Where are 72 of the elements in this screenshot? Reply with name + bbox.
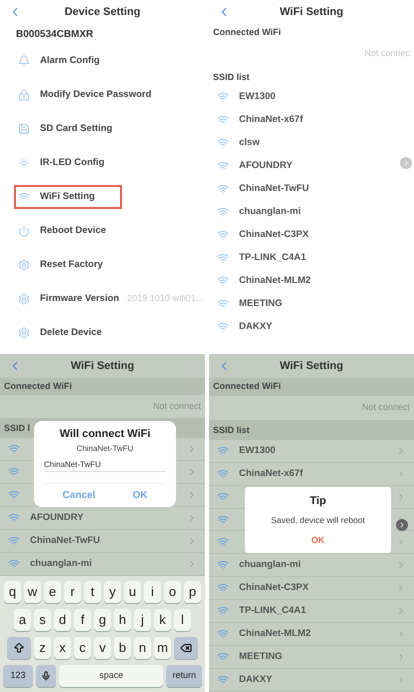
menu-item[interactable]: SD Card Setting <box>14 117 116 141</box>
dialog-message: Saved, device will reboot <box>270 514 366 526</box>
keyboard-key[interactable]: j <box>134 609 151 632</box>
keyboard-key[interactable]: m <box>154 637 171 660</box>
menu-icon <box>18 225 30 237</box>
microphone-icon <box>41 671 51 682</box>
keyboard-key[interactable]: t <box>84 581 101 604</box>
menu-item[interactable]: WiFi Setting <box>14 185 122 209</box>
dialog-title: Will connect WiFi <box>60 427 150 442</box>
connection-status: Not connect <box>362 401 410 414</box>
menu-icon <box>18 293 30 305</box>
screen-title: WiFi Setting <box>280 358 344 374</box>
section-heading: Connected WiFi <box>213 26 281 40</box>
menu-item[interactable]: Delete Device <box>14 321 106 345</box>
keyboard-key[interactable]: g <box>94 609 111 632</box>
menu-icon <box>18 123 30 135</box>
keyboard-key[interactable]: p <box>184 581 201 604</box>
menu-item[interactable]: IR-LED Config <box>14 151 108 175</box>
keyboard-key[interactable]: f <box>74 609 91 632</box>
dialog-title: Tip <box>310 494 326 509</box>
keyboard-key[interactable]: q <box>4 581 21 604</box>
keyboard-key[interactable]: w <box>24 581 41 604</box>
menu-icon <box>18 55 30 67</box>
keyboard-key[interactable]: k <box>154 609 171 632</box>
section-heading: SSID list <box>213 424 250 438</box>
keyboard-key[interactable]: s <box>34 609 51 632</box>
keyboard-key[interactable]: a <box>14 609 31 632</box>
keyboard-key[interactable]: e <box>44 581 61 604</box>
keyboard-key[interactable]: d <box>54 609 71 632</box>
keyboard-key[interactable]: y <box>104 581 121 604</box>
menu-item[interactable]: Reboot Device <box>14 219 110 243</box>
keyboard-key[interactable]: l <box>174 609 191 632</box>
section-heading: Connected WiFi <box>4 380 72 393</box>
keyboard-key[interactable]: b <box>114 637 131 660</box>
keyboard-key[interactable]: i <box>144 581 161 604</box>
device-id: B000534CBMXR <box>16 28 94 42</box>
keyboard-key[interactable]: h <box>114 609 131 632</box>
menu-icon <box>18 327 30 339</box>
menu-item[interactable]: Reset Factory <box>14 253 107 277</box>
keyboard-key[interactable]: c <box>74 637 91 660</box>
menu-item[interactable]: Modify Device Password <box>14 83 156 107</box>
backspace-icon <box>180 642 192 654</box>
ssid-field[interactable]: ChinaNet-TwFU <box>44 458 166 472</box>
delete-key[interactable] <box>174 637 198 660</box>
screen-title: Device Setting <box>64 4 140 20</box>
menu-icon <box>18 259 30 271</box>
shift-icon <box>13 642 25 654</box>
keyboard-key[interactable]: o <box>164 581 181 604</box>
keyboard-key[interactable]: u <box>124 581 141 604</box>
network-row[interactable]: ChinaNet-x67f <box>209 462 414 486</box>
menu-item[interactable]: Firmware Version <box>14 287 124 311</box>
chevron-icon <box>398 521 406 529</box>
keyboard-key[interactable]: x <box>54 637 71 660</box>
keyboard-key[interactable]: n <box>134 637 151 660</box>
menu-item[interactable]: Alarm Config <box>14 49 104 73</box>
chevron-icon <box>402 159 410 167</box>
keyboard-key[interactable]: r <box>64 581 81 604</box>
section-heading: SSID l <box>4 422 30 436</box>
keyboard-key[interactable]: v <box>94 637 111 660</box>
microphone-key[interactable] <box>36 665 56 688</box>
keyboard-key[interactable]: z <box>34 637 51 660</box>
menu-icon <box>18 89 30 101</box>
connection-status: Not connect <box>152 400 201 414</box>
dialog-subtitle: ChinaNet-TwFU <box>76 442 134 454</box>
screen-title: WiFi Setting <box>280 4 344 20</box>
section-heading: SSID list <box>213 70 250 84</box>
keyboard-key[interactable]: return <box>166 665 202 688</box>
screen-title: WiFi Setting <box>70 358 134 374</box>
shift-key[interactable] <box>7 637 31 660</box>
section-heading: Connected WiFi <box>213 380 281 394</box>
keyboard-key[interactable]: 123 <box>3 665 33 688</box>
space-key[interactable]: space <box>59 665 164 688</box>
